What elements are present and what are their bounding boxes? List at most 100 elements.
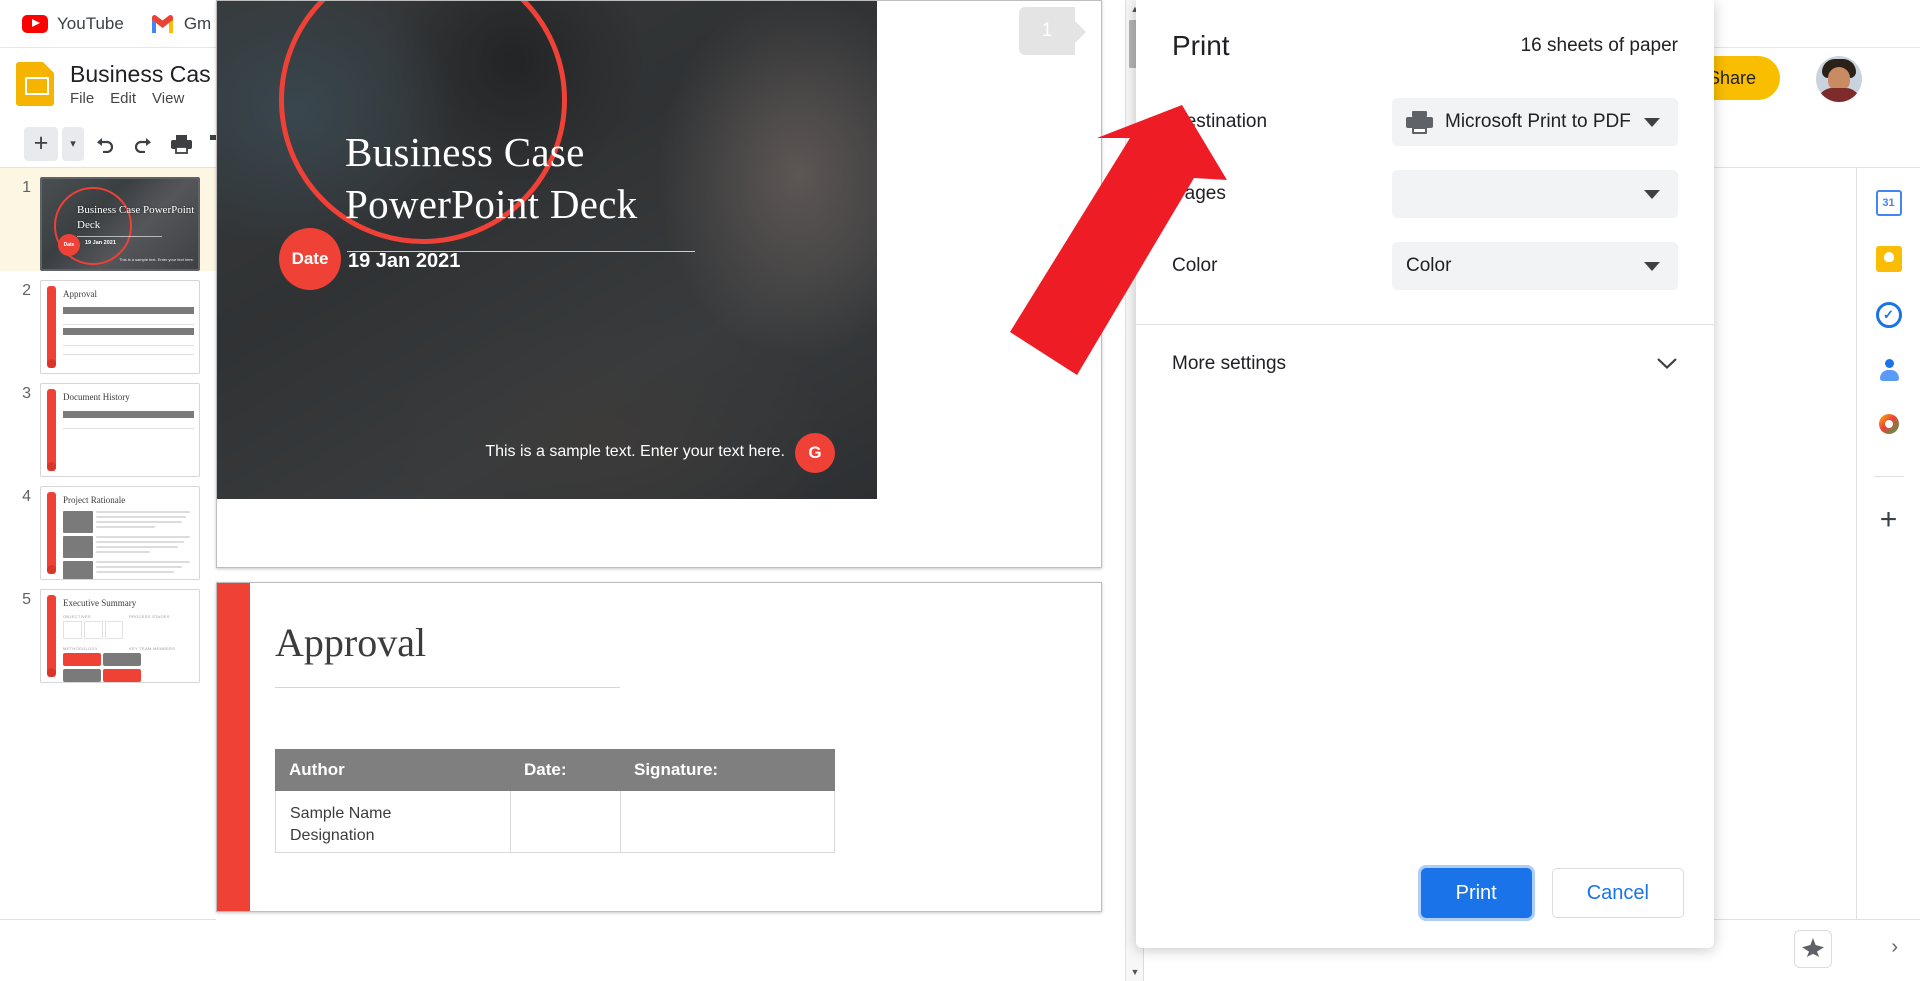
more-settings-label: More settings [1172,353,1287,374]
document-title[interactable]: Business Cas [70,61,211,87]
chevron-down-icon[interactable] [1656,354,1678,375]
printer-icon [1406,110,1433,134]
undo-icon[interactable] [88,127,122,161]
filmstrip-slide-1[interactable]: 1 Business Case PowerPoint Deck Date 19 … [0,168,223,271]
filmstrip-slide-2[interactable]: 2 Approval [0,271,223,374]
new-slide-icon[interactable]: + [24,126,58,161]
slide-thumbnail[interactable]: Project Rationale [40,486,200,580]
google-maps-icon[interactable] [1878,414,1900,440]
preview-page-2: Approval Author Date: Signature: Sample … [216,582,1102,912]
table-header-row: Author Date: Signature: [275,749,835,791]
explore-sparkle-icon[interactable] [1794,930,1832,968]
slide-2-render: Approval Author Date: Signature: Sample … [217,583,1101,911]
thumb-title: Project Rationale [63,495,126,505]
red-side-bar [217,583,250,911]
title-rule [77,236,162,237]
slide-number: 3 [22,385,31,402]
thumb-section-label: OBJECTIVES [63,614,91,619]
slide-thumbnail[interactable]: Approval [40,280,200,374]
rail-divider [1873,476,1904,477]
table-cell [511,791,621,852]
thumb-title: Executive Summary [63,598,137,608]
print-preview-pane: 1 Business Case PowerPoint Deck Date 19 … [216,0,1144,981]
chevron-right-icon[interactable]: › [1891,936,1898,959]
slide-number: 4 [22,488,31,505]
slide-avatar-letter: G [795,433,835,473]
slide-1-render: Business Case PowerPoint Deck Date 19 Ja… [217,1,877,499]
page-number-badge: 1 [1019,7,1086,55]
sheets-count: 16 sheets of paper [1520,35,1678,56]
menu-bar: File Edit View [70,90,211,107]
thumb-date-badge: Date [58,234,80,256]
filmstrip-slide-3[interactable]: 3 Document History [0,374,223,477]
table-cell: Sample Name Designation [276,791,511,852]
table-row: Sample Name Designation [275,791,835,853]
google-slides-logo-icon [16,62,54,106]
bookmark-label: YouTube [57,13,124,33]
slide-title: Business Case PowerPoint Deck [345,129,638,228]
bookmark-youtube[interactable]: YouTube [22,14,124,34]
menu-item-file[interactable]: File [70,90,94,107]
table-cell [621,791,834,852]
share-button-label: Share [1707,67,1756,88]
slide-thumbnail[interactable]: Executive Summary OBJECTIVES PROCESS STA… [40,589,200,683]
cancel-button[interactable]: Cancel [1551,868,1684,918]
filmstrip-slide-5[interactable]: 5 Executive Summary OBJECTIVES PROCESS S… [0,580,223,683]
add-ons-plus-icon[interactable]: + [1876,505,1902,535]
print-icon[interactable] [164,127,198,161]
filmstrip-slide-4[interactable]: 4 Project Rationale [0,477,223,580]
youtube-icon [22,14,48,33]
title-underline [275,687,620,688]
slide-number: 2 [22,282,31,299]
chevron-down-icon [1644,117,1660,127]
thumb-title: Business Case PowerPoint Deck [77,204,195,231]
slide-thumbnail[interactable]: Business Case PowerPoint Deck Date 19 Ja… [40,177,200,271]
slide-thumbnail[interactable]: Document History [40,383,200,477]
thumb-section-label: KEY TEAM MEMBERS [129,646,176,651]
preview-page-1: 1 Business Case PowerPoint Deck Date 19 … [216,0,1102,568]
new-slide-caret-icon[interactable]: ▾ [62,126,84,161]
thumb-footer: This is a sample text. Enter your text h… [119,257,194,262]
thumb-section-label: PROCESS STAGES [129,614,170,619]
bookmark-label: Gm [183,13,212,33]
color-select[interactable]: Color [1392,242,1678,290]
google-tasks-icon[interactable] [1875,302,1902,328]
slide-footer-text: This is a sample text. Enter your text h… [485,443,785,460]
google-keep-icon[interactable] [1875,246,1902,272]
date-badge: Date [279,228,341,290]
chevron-down-icon [1644,189,1660,199]
slide-number: 5 [22,591,31,608]
google-contacts-icon[interactable] [1876,358,1902,384]
slide-filmstrip[interactable]: 1 Business Case PowerPoint Deck Date 19 … [0,168,224,919]
approval-table: Author Date: Signature: Sample Name Desi… [275,749,835,853]
destination-row: Destination Microsoft Print to PDF [1136,86,1714,158]
redo-icon[interactable] [126,127,160,161]
print-button[interactable]: Print [1420,868,1532,918]
thumb-date: 19 Jan 2021 [85,240,116,246]
color-label: Color [1172,255,1218,276]
slide-number: 1 [22,179,31,196]
dialog-actions: Print Cancel [1420,868,1684,918]
column-header: Signature: [634,760,719,779]
color-value: Color [1406,255,1452,276]
print-dialog-title: Print [1172,30,1230,61]
scroll-down-arrow[interactable]: ▼ [1126,963,1144,981]
print-dialog: Print 16 sheets of paper Destination Mic… [1136,0,1714,948]
destination-select[interactable]: Microsoft Print to PDF [1392,98,1678,146]
gmail-icon [150,14,175,33]
thumb-title: Document History [63,392,130,402]
color-row: Color Color [1136,230,1714,302]
more-settings-row[interactable]: More settings [1136,325,1714,403]
destination-label: Destination [1172,111,1268,132]
google-calendar-icon[interactable] [1875,190,1902,216]
pages-select[interactable] [1392,170,1678,218]
column-header: Date: [524,760,567,779]
bookmark-gmail[interactable]: Gm [150,14,211,34]
user-avatar[interactable] [1816,56,1862,102]
pages-row: Pages [1136,158,1714,230]
document-meta: Business Cas File Edit View [70,61,211,107]
thumb-section-label: METHODOLOGY [63,646,98,651]
pages-label: Pages [1172,183,1226,204]
menu-item-view[interactable]: View [152,90,184,107]
menu-item-edit[interactable]: Edit [110,90,136,107]
